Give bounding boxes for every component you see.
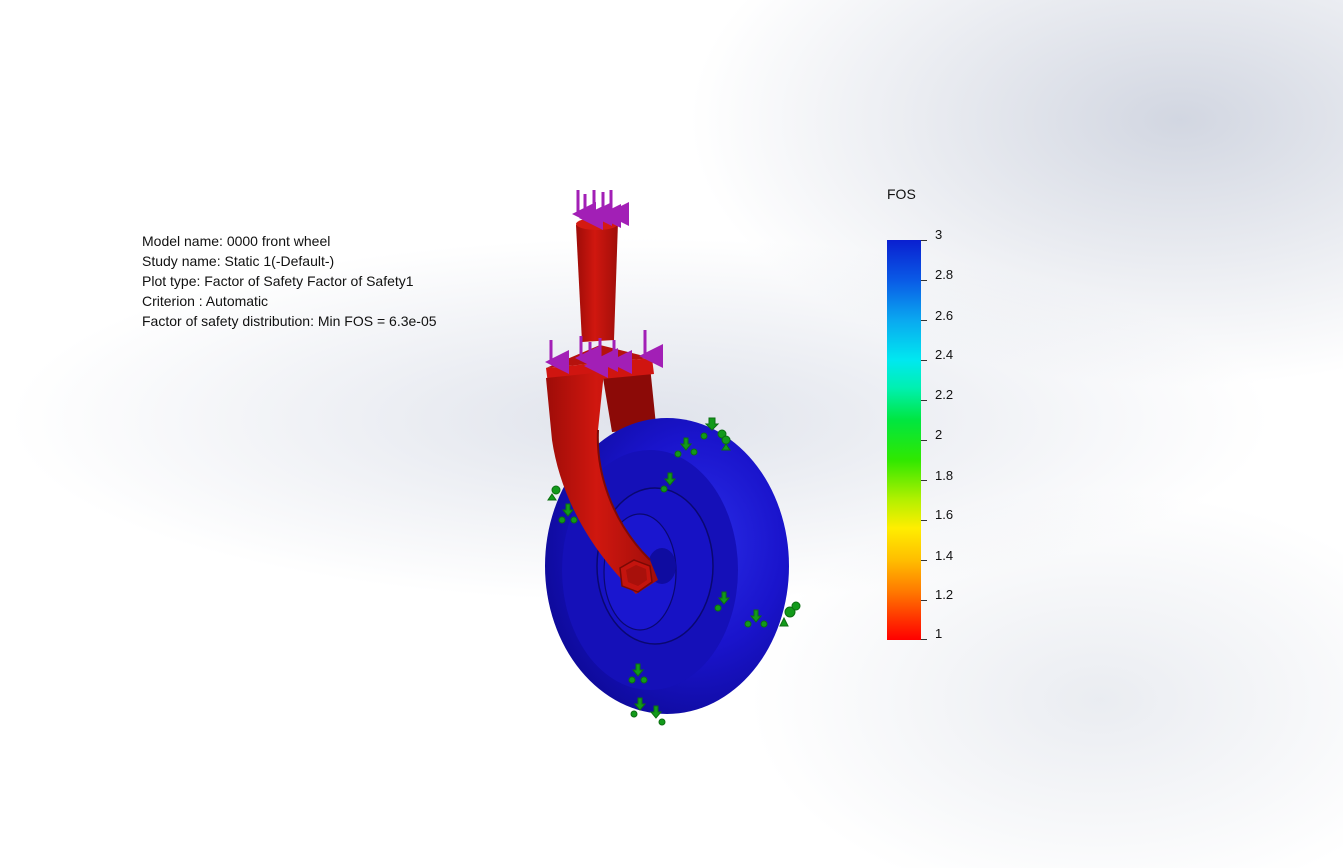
plot-type-label: Plot type: Factor of Safety Factor of Sa… [142, 273, 414, 289]
legend-tick-label: 1.6 [935, 507, 954, 522]
fos-colorbar[interactable] [887, 240, 921, 640]
fos-distribution-label: Factor of safety distribution: Min FOS =… [142, 313, 437, 329]
legend-tick-label: 1 [935, 626, 943, 641]
legend-tick-label: 2.8 [935, 267, 954, 282]
legend-tick [921, 440, 927, 441]
legend-tick-label: 3 [935, 227, 943, 242]
legend-tick-label: 1.8 [935, 468, 954, 483]
legend-tick [921, 480, 927, 481]
model-name-label: Model name: 0000 front wheel [142, 233, 331, 249]
study-name-label: Study name: Static 1(-Default-) [142, 253, 335, 269]
legend-tick-label: 2.2 [935, 387, 954, 402]
legend-tick-label: 2.6 [935, 308, 954, 323]
legend-tick-label: 2 [935, 427, 943, 442]
legend-tick [921, 240, 927, 241]
legend-tick [921, 560, 927, 561]
legend-tick-label: 1.4 [935, 548, 954, 563]
steering-shaft [576, 218, 618, 342]
legend-tick-label: 2.4 [935, 347, 954, 362]
legend-tick [921, 520, 927, 521]
legend-tick [921, 639, 927, 640]
criterion-label: Criterion : Automatic [142, 293, 269, 309]
study-info: Model name: 0000 front wheel Study name:… [142, 231, 437, 331]
legend-tick [921, 600, 927, 601]
legend-tick [921, 320, 927, 321]
legend-tick-label: 1.2 [935, 587, 954, 602]
legend-tick [921, 360, 927, 361]
legend-tick [921, 280, 927, 281]
legend-tick [921, 400, 927, 401]
model-viewport[interactable] [0, 0, 1343, 868]
legend-title: FOS [887, 186, 916, 202]
